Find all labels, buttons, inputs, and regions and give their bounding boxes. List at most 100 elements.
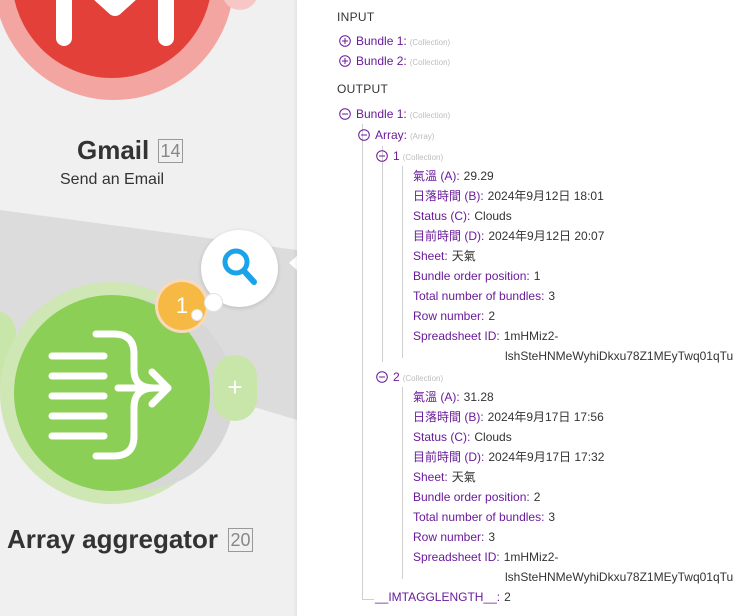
expand-plus-icon[interactable] <box>339 55 351 67</box>
tree-guide <box>402 387 403 579</box>
field-value: 1 <box>533 269 541 283</box>
field-value: Clouds <box>474 430 512 444</box>
tree-guide <box>362 124 363 600</box>
field-key: Sheet: <box>413 249 448 263</box>
field-row: 目前時間 (D): 2024年9月17日 17:32 <box>413 447 604 467</box>
item-key: 2 <box>393 370 400 384</box>
field-value-continued: lshSteHNMeWyhiDkxu78Z1MEyTwq01qTu <box>505 570 734 584</box>
bundle-type: (Collection) <box>409 111 451 120</box>
field-row: Spreadsheet ID: 1mHMiz2- <box>413 326 558 346</box>
field-row: Status (C): Clouds <box>413 427 512 447</box>
field-row: Total number of bundles: 3 <box>413 507 555 527</box>
output-section-label: OUTPUT <box>337 82 389 96</box>
field-key: 氣溫 (A): <box>413 169 460 183</box>
field-row: 氣溫 (A): 31.28 <box>413 387 494 407</box>
field-row: 氣溫 (A): 29.29 <box>413 166 494 186</box>
field-value: 2024年9月12日 18:01 <box>487 189 604 203</box>
field-key: Total number of bundles: <box>413 510 545 524</box>
field-row: Total number of bundles: 3 <box>413 286 555 306</box>
field-key: 目前時間 (D): <box>413 450 485 464</box>
field-row: Sheet: 天氣 <box>413 467 476 487</box>
input-bundle-row[interactable]: Bundle 2: (Collection) <box>339 51 450 71</box>
bundle-key: Bundle 1: <box>356 107 407 121</box>
array-key: Array: <box>375 128 408 142</box>
field-row: 日落時間 (B): 2024年9月12日 18:01 <box>413 186 604 206</box>
bubble-trail-dot <box>204 293 223 312</box>
field-key: Bundle order position: <box>413 490 530 504</box>
field-row: Status (C): Clouds <box>413 206 512 226</box>
gmail-m-icon <box>56 0 174 46</box>
field-key: Status (C): <box>413 430 471 444</box>
field-value: 2024年9月17日 17:56 <box>487 410 604 424</box>
item-key: 1 <box>393 149 400 163</box>
field-key: 目前時間 (D): <box>413 229 485 243</box>
field-row: Bundle order position: 2 <box>413 487 540 507</box>
field-key: 日落時間 (B): <box>413 410 484 424</box>
field-key: Spreadsheet ID: <box>413 329 500 343</box>
bundle-type: (Collection) <box>409 58 451 67</box>
field-value: 2024年9月12日 20:07 <box>488 229 605 243</box>
tree-guide <box>402 166 403 358</box>
tree-guide <box>382 146 383 362</box>
field-value: 2024年9月17日 17:32 <box>488 450 605 464</box>
field-row: Spreadsheet ID: 1mHMiz2- <box>413 547 558 567</box>
tree-guide <box>362 599 374 600</box>
field-value: 2 <box>504 590 511 604</box>
field-key: Sheet: <box>413 470 448 484</box>
gmail-module-title: Gmail <box>77 135 150 165</box>
imtag-length-row: __IMTAGGLENGTH__: 2 <box>375 587 511 607</box>
collapse-minus-icon[interactable] <box>358 129 370 141</box>
field-value: 2 <box>488 309 496 323</box>
search-icon <box>222 248 257 285</box>
item-type: (Collection) <box>402 153 444 162</box>
input-bundle-row[interactable]: Bundle 1: (Collection) <box>339 31 450 51</box>
aggregator-add-module-button[interactable]: + <box>213 355 257 421</box>
field-row: Row number: 2 <box>413 306 495 326</box>
field-key: __IMTAGGLENGTH__: <box>375 590 501 604</box>
aggregator-module-id-badge: 20 <box>228 528 253 552</box>
field-key: Spreadsheet ID: <box>413 550 500 564</box>
output-bundle-row[interactable]: Bundle 1: (Collection) <box>339 104 450 124</box>
field-key: Row number: <box>413 309 485 323</box>
bundle-type: (Collection) <box>409 38 451 47</box>
field-value: 1mHMiz2- <box>503 329 559 343</box>
field-value: 2 <box>533 490 541 504</box>
field-value: 3 <box>548 289 556 303</box>
gmail-module-id-badge: 14 <box>158 139 183 163</box>
aggregator-module-title: Array aggregator <box>7 524 218 554</box>
item-type: (Collection) <box>402 374 444 383</box>
field-key: Total number of bundles: <box>413 289 545 303</box>
array-row[interactable]: Array: (Array) <box>358 125 434 145</box>
collapse-minus-icon[interactable] <box>376 150 388 162</box>
gmail-module-action: Send an Email <box>60 171 165 188</box>
field-value: 天氣 <box>451 249 476 263</box>
field-row: Row number: 3 <box>413 527 495 547</box>
field-value: 29.29 <box>463 169 494 183</box>
array-item-row[interactable]: 1 (Collection) <box>376 146 443 166</box>
field-value: 3 <box>548 510 556 524</box>
array-aggregator-icon <box>48 330 172 460</box>
array-type: (Array) <box>410 132 435 141</box>
input-section-label: INPUT <box>337 10 375 24</box>
bundle-key: Bundle 2: <box>356 54 407 68</box>
field-key: Bundle order position: <box>413 269 530 283</box>
operations-count-badge[interactable]: 1 <box>158 282 206 330</box>
field-value: 3 <box>488 530 496 544</box>
expand-plus-icon[interactable] <box>339 35 351 47</box>
field-key: 日落時間 (B): <box>413 189 484 203</box>
field-row: Sheet: 天氣 <box>413 246 476 266</box>
field-key: Row number: <box>413 530 485 544</box>
bundle-key: Bundle 1: <box>356 34 407 48</box>
bundle-inspector-panel[interactable]: INPUT Bundle 1: (Collection) Bundle 2: (Co… <box>297 0 742 616</box>
field-row: 日落時間 (B): 2024年9月17日 17:56 <box>413 407 604 427</box>
collapse-minus-icon[interactable] <box>339 108 351 120</box>
field-value: 31.28 <box>463 390 494 404</box>
field-row: Bundle order position: 1 <box>413 266 540 286</box>
array-item-row[interactable]: 2 (Collection) <box>376 367 443 387</box>
field-value: 1mHMiz2- <box>503 550 559 564</box>
field-value: 天氣 <box>451 470 476 484</box>
scenario-canvas[interactable]: + Gmail 14 Send an Email + Array aggrega… <box>0 0 297 616</box>
collapse-minus-icon[interactable] <box>376 371 388 383</box>
field-key: 氣溫 (A): <box>413 390 460 404</box>
field-value: Clouds <box>474 209 512 223</box>
